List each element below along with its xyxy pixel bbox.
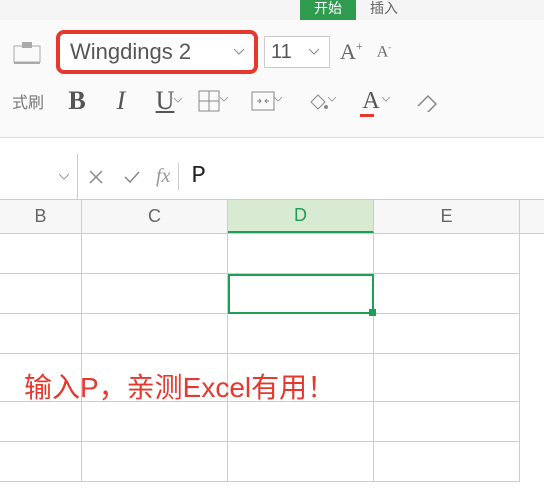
fx-label[interactable]: fx xyxy=(150,165,176,188)
cell[interactable] xyxy=(82,442,228,482)
chevron-down-icon xyxy=(328,97,342,102)
fill-color-button[interactable] xyxy=(300,87,334,115)
table-row xyxy=(0,234,544,274)
bold-button[interactable]: B xyxy=(60,86,94,116)
column-headers: B C D E xyxy=(0,200,544,234)
table-row xyxy=(0,442,544,482)
font-name-selector[interactable]: Wingdings 2 xyxy=(56,30,258,74)
cell[interactable] xyxy=(228,314,374,354)
col-header-c[interactable]: C xyxy=(82,200,228,233)
check-icon xyxy=(123,170,141,184)
cancel-edit-button[interactable] xyxy=(78,154,114,199)
name-box[interactable] xyxy=(0,154,78,199)
cell[interactable] xyxy=(0,402,82,442)
confirm-edit-button[interactable] xyxy=(114,154,150,199)
cell[interactable] xyxy=(0,234,82,274)
cell[interactable] xyxy=(374,234,520,274)
chevron-down-icon xyxy=(382,97,396,102)
font-size-value: 11 xyxy=(271,41,309,64)
font-name-value: Wingdings 2 xyxy=(70,39,234,65)
cell[interactable] xyxy=(228,442,374,482)
eraser-button[interactable] xyxy=(410,87,444,115)
decrease-font-button[interactable]: A- xyxy=(373,42,396,61)
col-header-b[interactable]: B xyxy=(0,200,82,233)
chevron-down-icon xyxy=(309,49,323,55)
formula-input[interactable]: P xyxy=(181,163,544,190)
chevron-down-icon xyxy=(274,97,288,102)
close-icon xyxy=(88,169,104,185)
cell[interactable] xyxy=(374,274,520,314)
separator xyxy=(178,163,179,190)
cell[interactable] xyxy=(228,402,374,442)
ribbon-toolbar: Wingdings 2 11 A+ A- 式刷 B I U xyxy=(0,20,544,138)
chevron-down-icon xyxy=(234,49,248,55)
ribbon-tabs: 开始 插入 xyxy=(0,0,544,20)
formula-bar: fx P xyxy=(0,154,544,200)
cell[interactable] xyxy=(0,314,82,354)
increase-font-button[interactable]: A+ xyxy=(336,39,367,65)
borders-button[interactable] xyxy=(192,87,226,115)
cell[interactable] xyxy=(82,314,228,354)
col-header-d[interactable]: D xyxy=(228,200,374,233)
cell[interactable] xyxy=(374,314,520,354)
text-cursor xyxy=(252,282,253,304)
cell[interactable] xyxy=(374,354,520,402)
cell[interactable] xyxy=(82,234,228,274)
chevron-down-icon xyxy=(59,174,69,180)
spreadsheet-grid[interactable]: B C D E ✓ 输入P，亲测Excel有用！ xyxy=(0,200,544,402)
font-size-selector[interactable]: 11 xyxy=(264,36,330,68)
chevron-down-icon xyxy=(174,98,188,103)
cell-value: ✓ xyxy=(236,280,253,305)
font-color-button[interactable]: A xyxy=(354,87,388,115)
cell[interactable] xyxy=(374,442,520,482)
cell[interactable] xyxy=(82,274,228,314)
table-row: ✓ xyxy=(0,274,544,314)
chevron-down-icon xyxy=(220,97,234,102)
cell-d-active[interactable]: ✓ xyxy=(228,274,374,314)
underline-button[interactable]: U xyxy=(148,86,182,116)
color-indicator xyxy=(360,114,374,117)
cell[interactable] xyxy=(374,402,520,442)
paste-button[interactable] xyxy=(8,34,50,70)
col-header-e[interactable]: E xyxy=(374,200,520,233)
tab-start[interactable]: 开始 xyxy=(300,0,356,20)
table-row xyxy=(0,402,544,442)
cell[interactable] xyxy=(82,402,228,442)
merge-cells-button[interactable] xyxy=(246,87,280,115)
italic-button[interactable]: I xyxy=(104,86,138,116)
table-row xyxy=(0,314,544,354)
cell[interactable] xyxy=(0,442,82,482)
format-painter-label[interactable]: 式刷 xyxy=(12,89,44,113)
tab-insert[interactable]: 插入 xyxy=(356,0,412,20)
cell[interactable] xyxy=(228,234,374,274)
annotation-text: 输入P，亲测Excel有用！ xyxy=(0,366,335,406)
cell[interactable] xyxy=(0,274,82,314)
